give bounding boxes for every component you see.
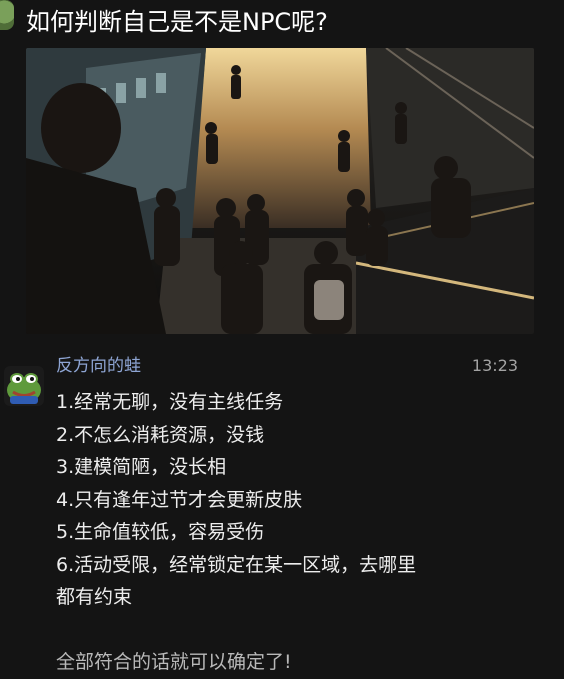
message-line: 5.生命值较低，容易受伤 bbox=[56, 521, 265, 543]
message-time: 13:23 bbox=[471, 356, 518, 375]
frog-avatar[interactable] bbox=[4, 366, 44, 406]
message-line: 4.只有逢年过节才会更新皮肤 bbox=[56, 488, 303, 511]
message-line: 1.经常无聊，没有主线任务 bbox=[56, 391, 284, 413]
post-photo[interactable] bbox=[26, 48, 534, 334]
chat-message: 反方向的蛙 13:23 1.经常无聊，没有主线任务 2.不怎么消耗资源，没钱 3… bbox=[0, 348, 564, 679]
poster-avatar[interactable] bbox=[0, 0, 14, 30]
message-line: 6.活动受限，经常锁定在某一区域，去哪里 bbox=[56, 553, 417, 576]
message-line: 3.建模简陋，没长相 bbox=[56, 456, 227, 478]
sender-name[interactable]: 反方向的蛙 bbox=[56, 354, 141, 378]
message-body: 1.经常无聊，没有主线任务 2.不怎么消耗资源，没钱 3.建模简陋，没长相 4.… bbox=[56, 386, 536, 614]
photo-train-platform bbox=[26, 48, 534, 334]
post-title: 如何判断自己是不是NPC呢? bbox=[26, 8, 328, 36]
message-line: 2.不怎么消耗资源，没钱 bbox=[56, 423, 265, 446]
frog-icon bbox=[7, 373, 41, 404]
message-closing: 全部符合的话就可以确定了! bbox=[56, 651, 292, 673]
message-line: 都有约束 bbox=[56, 586, 133, 608]
